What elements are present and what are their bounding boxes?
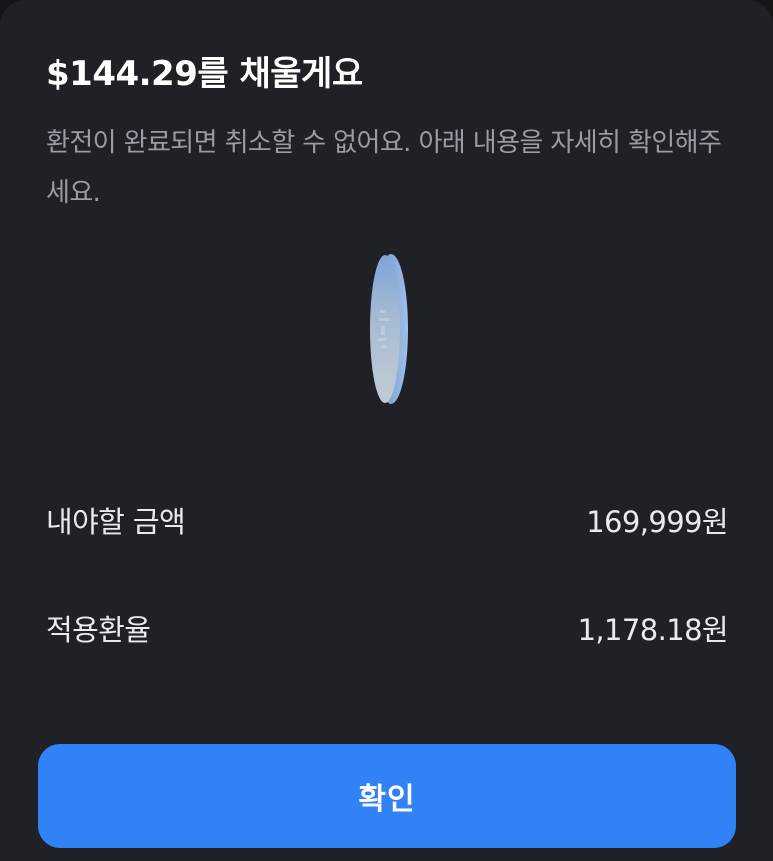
exchange-rate-value: 1,178.18원 bbox=[577, 613, 729, 647]
amount-to-pay-row: 내야할 금액 169,999원 bbox=[46, 498, 729, 542]
exchange-confirm-sheet: $144.29를 채울게요 환전이 완료되면 취소할 수 없어요. 아래 내용을… bbox=[0, 0, 773, 861]
sheet-title: $144.29를 채울게요 bbox=[46, 54, 363, 94]
exchange-rate-label: 적용환율 bbox=[46, 613, 151, 647]
spinning-coin-icon bbox=[370, 254, 408, 404]
sheet-description: 환전이 완료되면 취소할 수 없어요. 아래 내용을 자세히 확인해주세요. bbox=[46, 128, 722, 208]
amount-to-pay-label: 내야할 금액 bbox=[46, 505, 186, 539]
amount-to-pay-value: 169,999원 bbox=[586, 505, 728, 539]
exchange-rate-row: 적용환율 1,178.18원 bbox=[46, 606, 729, 650]
confirm-button[interactable]: 확인 bbox=[38, 744, 736, 848]
